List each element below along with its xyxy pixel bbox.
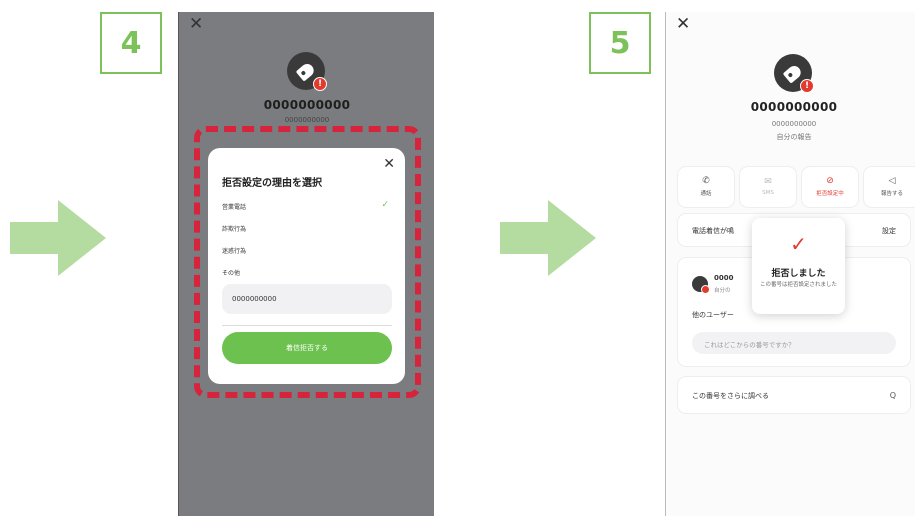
warning-badge-icon: ! — [800, 79, 814, 93]
check-icon: ✓ — [790, 232, 807, 256]
caller-number: 0000000000 — [263, 98, 351, 112]
tag-icon — [782, 62, 804, 84]
lookup-row[interactable]: この番号をさらに調べる Q — [678, 377, 910, 413]
other-users-label: 他のユーザー — [692, 311, 734, 319]
call-label: 通話 — [700, 191, 712, 197]
right-arrow-icon — [500, 200, 596, 276]
ringtone-label: 電話着信が鳴 — [692, 227, 734, 235]
toast-message: この番号は拒否設定されました — [760, 282, 838, 288]
block-setting-label: 拒否設定中 — [816, 191, 844, 197]
warning-badge-icon: ! — [313, 77, 327, 91]
toast-title: 拒否しました — [771, 269, 826, 279]
settings-link[interactable]: 設定 — [882, 226, 896, 236]
reason-detail-input[interactable]: 0000000000 — [222, 284, 392, 314]
close-icon[interactable]: ✕ — [676, 16, 690, 33]
block-reason-modal: ✕ 拒否設定の理由を選択 営業電話 ✓ 詐欺行為 迷惑行為 その他 000000… — [208, 148, 405, 384]
report-number: 0000 — [714, 274, 734, 282]
report-button[interactable]: ◁ 報告する — [864, 167, 915, 207]
reason-option[interactable]: 営業電話 — [222, 202, 246, 211]
reason-option[interactable]: 迷惑行為 — [222, 246, 246, 255]
action-row: ✆ 通話 ✉ SMS ⊘ 拒否設定中 ◁ 報告する — [678, 167, 915, 207]
caller-sub-number: 0000000000 — [771, 120, 817, 128]
caller-avatar: ! — [287, 52, 327, 91]
search-icon: Q — [889, 391, 896, 400]
tag-icon — [295, 60, 317, 82]
blocked-toast: ✓ 拒否しました この番号は拒否設定されました — [752, 218, 845, 314]
mini-avatar — [692, 276, 710, 294]
modal-title: 拒否設定の理由を選択 — [222, 178, 322, 189]
call-button[interactable]: ✆ 通話 — [678, 167, 734, 207]
reason-option[interactable]: その他 — [222, 268, 240, 277]
step-number-5: 5 — [589, 12, 651, 74]
sms-label: SMS — [762, 190, 774, 196]
mail-icon: ✉ — [764, 177, 772, 187]
caller-sub-number: 0000000000 — [284, 116, 330, 124]
block-setting-button[interactable]: ⊘ 拒否設定中 — [802, 167, 858, 207]
sms-button[interactable]: ✉ SMS — [740, 167, 796, 207]
step-number-4: 4 — [100, 12, 162, 74]
right-arrow-icon — [10, 200, 106, 276]
lookup-label: この番号をさらに調べる — [692, 392, 769, 400]
reason-option[interactable]: 詐欺行為 — [222, 224, 246, 233]
report-owner: 自分の — [714, 288, 731, 294]
number-question-input[interactable]: これはどこからの番号ですか？ — [692, 332, 896, 354]
block-icon: ⊘ — [826, 176, 834, 186]
report-label: 自分の報告 — [776, 133, 812, 141]
divider — [222, 325, 392, 326]
block-call-button[interactable]: 着信拒否する — [222, 332, 392, 364]
megaphone-icon: ◁ — [888, 176, 896, 186]
caller-avatar: ! — [774, 54, 814, 93]
tutorial-stage: 4 ✕ ! 0000000000 0000000000 ✕ 拒否設定の理由を選択… — [0, 0, 915, 516]
phone-icon: ✆ — [702, 176, 710, 186]
report-button-label: 報告する — [880, 191, 903, 197]
caller-number: 0000000000 — [750, 100, 838, 114]
check-icon: ✓ — [381, 200, 389, 210]
modal-close-icon[interactable]: ✕ — [383, 156, 395, 172]
close-icon[interactable]: ✕ — [189, 16, 203, 33]
